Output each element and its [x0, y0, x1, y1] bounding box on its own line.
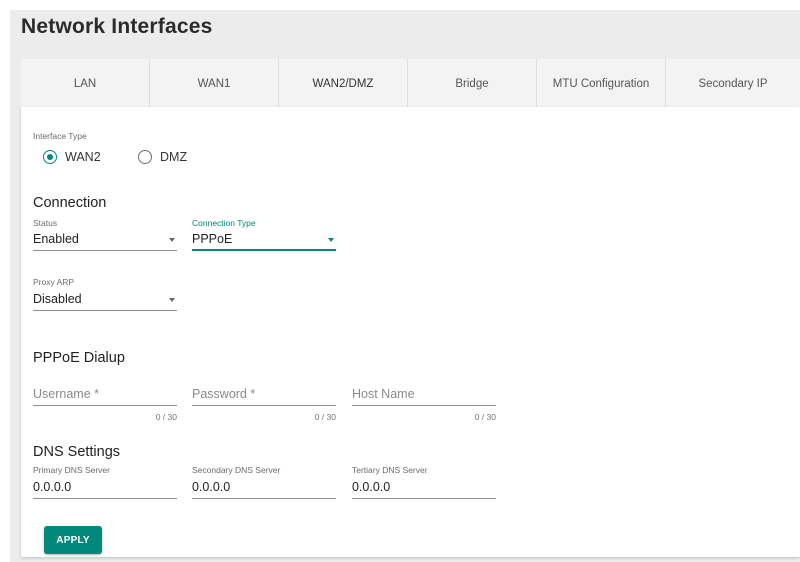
tab-wan1[interactable]: WAN1 — [150, 59, 279, 108]
proxy-arp-value: Disabled — [33, 292, 82, 306]
secondary-dns-caption: Secondary DNS Server — [192, 465, 281, 475]
primary-dns-caption: Primary DNS Server — [33, 465, 110, 475]
radio-option-dmz[interactable]: DMZ — [138, 150, 187, 164]
interface-type-caption: Interface Type — [33, 131, 87, 141]
proxy-arp-select[interactable]: Disabled — [33, 291, 177, 311]
connection-type-value: PPPoE — [192, 232, 233, 246]
radio-label-wan2: WAN2 — [65, 150, 101, 164]
connection-type-caption: Connection Type — [192, 218, 256, 228]
connection-section-title: Connection — [33, 195, 107, 211]
tab-bar: LAN WAN1 WAN2/DMZ Bridge MTU Configurati… — [21, 59, 800, 109]
tab-wan2-dmz[interactable]: WAN2/DMZ — [279, 59, 408, 109]
password-char-counter: 0 / 30 — [314, 412, 336, 422]
primary-dns-input[interactable]: 0.0.0.0 — [33, 479, 177, 499]
tab-mtu-configuration[interactable]: MTU Configuration — [537, 59, 666, 108]
primary-dns-value: 0.0.0.0 — [33, 480, 72, 494]
password-input[interactable]: Password * — [192, 386, 336, 406]
username-input[interactable]: Username * — [33, 386, 177, 406]
page-background: Network Interfaces LAN WAN1 WAN2/DMZ Bri… — [10, 10, 800, 562]
dropdown-arrow-icon — [169, 298, 175, 302]
status-caption: Status — [33, 218, 58, 228]
username-placeholder: Username * — [33, 387, 99, 401]
radio-checked-icon[interactable] — [43, 150, 57, 164]
host-name-char-counter: 0 / 30 — [474, 412, 496, 422]
status-select[interactable]: Enabled — [33, 231, 177, 251]
host-name-input[interactable]: Host Name — [352, 386, 496, 406]
dropdown-arrow-icon — [328, 238, 334, 242]
secondary-dns-input[interactable]: 0.0.0.0 — [192, 479, 336, 499]
tertiary-dns-caption: Tertiary DNS Server — [352, 465, 428, 475]
dropdown-arrow-icon — [169, 238, 175, 242]
password-placeholder: Password * — [192, 387, 256, 401]
tab-secondary-ip[interactable]: Secondary IP — [666, 59, 800, 108]
page-title: Network Interfaces — [21, 15, 213, 38]
radio-unchecked-icon[interactable] — [138, 150, 152, 164]
pppoe-section-title: PPPoE Dialup — [33, 350, 125, 366]
connection-type-select[interactable]: PPPoE — [192, 231, 336, 251]
tertiary-dns-value: 0.0.0.0 — [352, 480, 391, 494]
secondary-dns-value: 0.0.0.0 — [192, 480, 231, 494]
dns-section-title: DNS Settings — [33, 444, 121, 460]
tab-bridge[interactable]: Bridge — [408, 59, 537, 108]
apply-button[interactable]: APPLY — [44, 526, 102, 554]
proxy-arp-caption: Proxy ARP — [33, 277, 75, 287]
status-value: Enabled — [33, 232, 79, 246]
username-char-counter: 0 / 30 — [155, 412, 177, 422]
radio-label-dmz: DMZ — [160, 150, 188, 164]
tab-lan[interactable]: LAN — [21, 59, 150, 108]
tertiary-dns-input[interactable]: 0.0.0.0 — [352, 479, 496, 499]
settings-card: Interface Type WAN2 DMZ Connection Statu… — [21, 107, 800, 557]
radio-option-wan2[interactable]: WAN2 — [43, 150, 101, 164]
host-name-placeholder: Host Name — [352, 387, 415, 401]
